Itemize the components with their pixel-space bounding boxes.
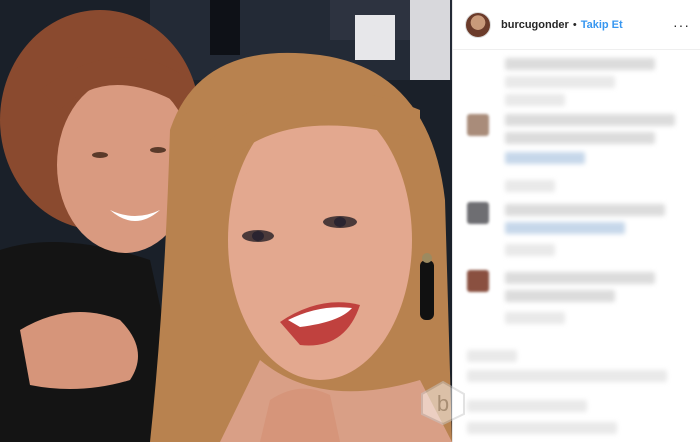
watermark-logo-icon: b bbox=[421, 380, 465, 426]
profile-avatar[interactable] bbox=[465, 11, 491, 38]
blurred-comment bbox=[467, 110, 690, 192]
separator-dot: • bbox=[572, 18, 577, 31]
post-sidebar: burcugonder • Takip Et ··· bbox=[452, 0, 700, 442]
more-options-icon[interactable]: ··· bbox=[673, 17, 690, 33]
instagram-post: burcugonder • Takip Et ··· b bbox=[0, 0, 700, 442]
follow-button[interactable]: Takip Et bbox=[581, 19, 623, 31]
blurred-comment bbox=[467, 268, 690, 328]
username-link[interactable]: burcugonder bbox=[501, 19, 569, 31]
blurred-comment bbox=[467, 200, 690, 256]
blurred-comments bbox=[453, 50, 700, 442]
post-header: burcugonder • Takip Et ··· bbox=[453, 0, 700, 50]
post-photo[interactable] bbox=[0, 0, 452, 442]
blurred-footer bbox=[467, 340, 690, 440]
selfie-illustration bbox=[0, 0, 452, 442]
blurred-caption bbox=[467, 50, 690, 106]
svg-text:b: b bbox=[437, 391, 449, 416]
